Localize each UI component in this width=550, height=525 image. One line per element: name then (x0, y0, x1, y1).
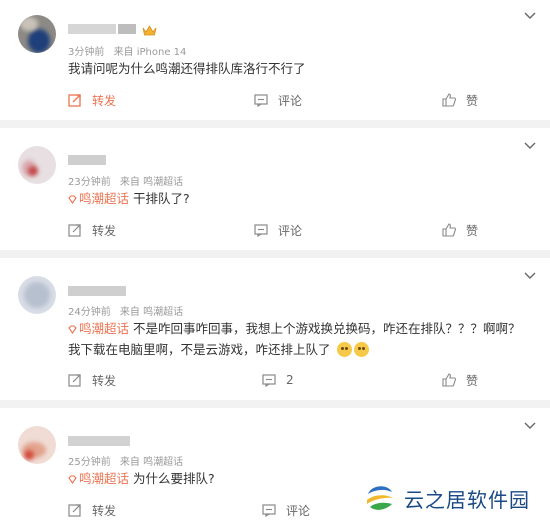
username-blurred[interactable] (68, 155, 108, 165)
like-label: 赞 (466, 93, 479, 108)
comment-card: 3分钟前 来自 iPhone 14 我请问呢为什么鸣潮还得排队库洛行不行了 转发 (0, 0, 550, 120)
watermark-text: 云之居软件园 (404, 487, 530, 512)
comment-button[interactable]: 评论 (254, 90, 302, 110)
comment-meta: 25分钟前 来自 鸣潮超话 (68, 453, 189, 468)
comment-text: 我请问呢为什么鸣潮还得排队库洛行不行了 (68, 61, 306, 76)
share-icon (68, 94, 81, 107)
comment-meta: 24分钟前 来自 鸣潮超话 (68, 303, 189, 318)
super-topic-icon (68, 195, 77, 204)
avatar[interactable] (18, 146, 56, 184)
comment-label: 评论 (286, 503, 311, 518)
super-topic-icon (68, 475, 77, 484)
comment-card: 23分钟前 来自 鸣潮超话 鸣潮超话 干排队了? 转发 评论 赞 (0, 128, 550, 250)
super-topic-tag[interactable]: 鸣潮超话 (68, 321, 133, 336)
comment-source: 来自 鸣潮超话 (119, 307, 184, 318)
comment-button[interactable]: 评论 (262, 500, 310, 520)
comment-icon (262, 504, 276, 517)
username-blurred[interactable] (68, 286, 128, 296)
comment-icon (254, 224, 268, 237)
avatar[interactable] (18, 426, 56, 464)
comment-time: 3分钟前 (68, 47, 105, 58)
comment-label: 评论 (278, 223, 303, 238)
comment-time: 24分钟前 (68, 307, 111, 318)
action-bar: 转发 评论 赞 (0, 90, 550, 110)
share-label: 转发 (92, 503, 117, 518)
avatar[interactable] (18, 15, 56, 53)
share-button[interactable]: 转发 (68, 90, 116, 110)
super-topic-tag[interactable]: 鸣潮超话 (68, 191, 133, 206)
comment-source: 来自 iPhone 14 (113, 47, 187, 58)
like-label: 赞 (466, 223, 479, 238)
comment-time: 25分钟前 (68, 457, 111, 468)
comment-card: 24分钟前 来自 鸣潮超话 鸣潮超话 不是咋回事咋回事，我想上个游戏换兑换码，咋… (0, 258, 550, 400)
share-label: 转发 (92, 223, 117, 238)
share-icon (68, 374, 81, 387)
like-button[interactable]: 赞 (442, 90, 478, 110)
like-icon (442, 223, 456, 237)
watermark-logo-icon (365, 483, 395, 513)
share-icon (68, 224, 81, 237)
like-button[interactable]: 赞 (442, 220, 478, 240)
like-icon (442, 93, 456, 107)
super-topic-tag[interactable]: 鸣潮超话 (68, 471, 133, 486)
avatar[interactable] (18, 276, 56, 314)
share-icon (68, 504, 81, 517)
username-blurred[interactable] (68, 24, 138, 34)
comment-button[interactable]: 2 (262, 370, 294, 390)
share-button[interactable]: 转发 (68, 500, 116, 520)
smiley-emoji-icon (336, 342, 352, 357)
chevron-down-icon[interactable] (524, 272, 536, 280)
share-label: 转发 (92, 93, 117, 108)
smiley-emoji-icon (353, 342, 369, 357)
like-label: 赞 (466, 373, 479, 388)
crown-badge-icon (142, 25, 157, 36)
share-button[interactable]: 转发 (68, 220, 116, 240)
comment-meta: 23分钟前 来自 鸣潮超话 (68, 173, 189, 188)
chevron-down-icon[interactable] (524, 12, 536, 20)
comment-meta: 3分钟前 来自 iPhone 14 (68, 43, 192, 58)
share-label: 转发 (92, 373, 117, 388)
comment-icon (262, 374, 276, 387)
comment-source: 来自 鸣潮超话 (119, 177, 184, 188)
watermark-logo: 云之居软件园 (362, 478, 542, 518)
comment-time: 23分钟前 (68, 177, 111, 188)
action-bar: 转发 评论 赞 (0, 220, 550, 240)
comment-count: 2 (286, 373, 294, 387)
super-topic-icon (68, 325, 77, 334)
action-bar: 转发 2 赞 (0, 370, 550, 390)
like-button[interactable]: 赞 (442, 370, 478, 390)
comment-text: 鸣潮超话 不是咋回事咋回事，我想上个游戏换兑换码，咋还在排队？？？啊啊？我下载在… (68, 321, 521, 357)
username-blurred[interactable] (68, 436, 132, 446)
comment-source: 来自 鸣潮超话 (119, 457, 184, 468)
comment-button[interactable]: 评论 (254, 220, 302, 240)
comment-icon (254, 94, 268, 107)
chevron-down-icon[interactable] (524, 142, 536, 150)
share-button[interactable]: 转发 (68, 370, 116, 390)
comment-text: 鸣潮超话 干排队了? (68, 188, 532, 209)
comment-label: 评论 (278, 93, 303, 108)
chevron-down-icon[interactable] (524, 422, 536, 430)
like-icon (442, 373, 456, 387)
